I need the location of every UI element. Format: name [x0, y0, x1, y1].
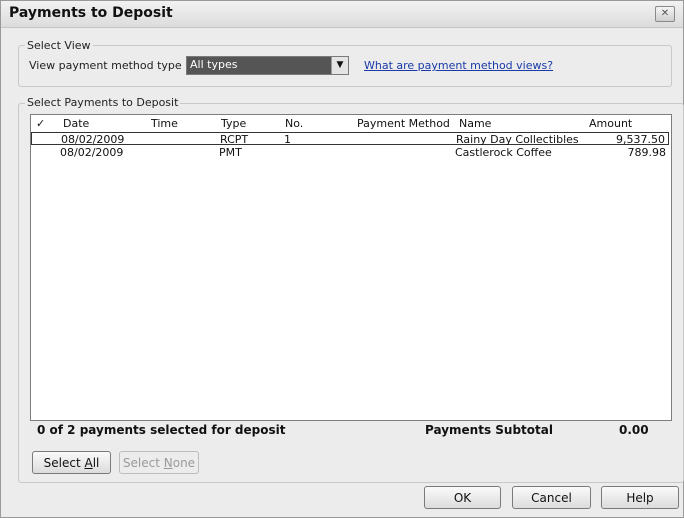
column-header-date[interactable]: Date	[63, 117, 89, 130]
ok-button[interactable]: OK	[424, 486, 501, 509]
row-type: PMT	[219, 146, 242, 159]
row-date: 08/02/2009	[61, 133, 125, 146]
select-none-button[interactable]: Select None	[119, 451, 199, 474]
row-amount: 789.98	[627, 146, 667, 159]
payments-to-deposit-window: Payments to Deposit ✕ Select View View p…	[0, 0, 684, 518]
payments-subtotal-label: Payments Subtotal	[425, 423, 553, 437]
select-none-label-key: N	[163, 456, 173, 470]
column-header-payment-method[interactable]: Payment Method	[357, 117, 450, 130]
select-all-label-prefix: Select	[43, 456, 85, 470]
column-header-no[interactable]: No.	[285, 117, 303, 130]
select-none-label-prefix: Select	[122, 456, 164, 470]
cancel-button[interactable]: Cancel	[512, 486, 591, 509]
row-name: Rainy Day Collectibles	[456, 133, 579, 146]
payment-method-views-help-link[interactable]: What are payment method views?	[364, 59, 553, 72]
select-payments-label: Select Payments to Deposit	[25, 96, 181, 109]
table-row[interactable]: 08/02/2009 PMT Castlerock Coffee 789.98	[31, 146, 669, 159]
column-header-amount[interactable]: Amount	[589, 117, 632, 130]
close-icon[interactable]: ✕	[655, 6, 675, 22]
column-header-type[interactable]: Type	[221, 117, 246, 130]
selected-count-text: 0 of 2 payments selected for deposit	[37, 423, 286, 437]
payments-table[interactable]: ✓ Date Time Type No. Payment Method Name…	[30, 114, 672, 421]
column-header-name[interactable]: Name	[459, 117, 491, 130]
row-name: Castlerock Coffee	[455, 146, 552, 159]
select-all-label-suffix: ll	[92, 456, 100, 470]
select-all-label-key: A	[84, 456, 93, 470]
payment-method-type-dropdown[interactable]: All types ▼	[186, 56, 349, 75]
window-title: Payments to Deposit	[9, 5, 173, 21]
table-row[interactable]: 08/02/2009 RCPT 1 Rainy Day Collectibles…	[31, 132, 669, 146]
row-no: 1	[284, 133, 291, 146]
row-amount: 9,537.50	[616, 133, 665, 146]
row-date: 08/02/2009	[60, 146, 124, 159]
select-view-label: Select View	[25, 39, 93, 52]
select-all-button[interactable]: Select All	[32, 451, 111, 474]
chevron-down-icon[interactable]: ▼	[331, 57, 348, 74]
payments-subtotal-value: 0.00	[619, 423, 649, 437]
select-none-label-suffix: one	[172, 456, 196, 470]
payment-method-type-value: All types	[190, 58, 238, 71]
title-bar: Payments to Deposit ✕	[1, 1, 683, 28]
help-button[interactable]: Help	[601, 486, 679, 509]
column-header-time[interactable]: Time	[151, 117, 178, 130]
row-type: RCPT	[220, 133, 249, 146]
payment-method-type-label: View payment method type	[29, 59, 182, 72]
column-header-check[interactable]: ✓	[36, 117, 45, 130]
